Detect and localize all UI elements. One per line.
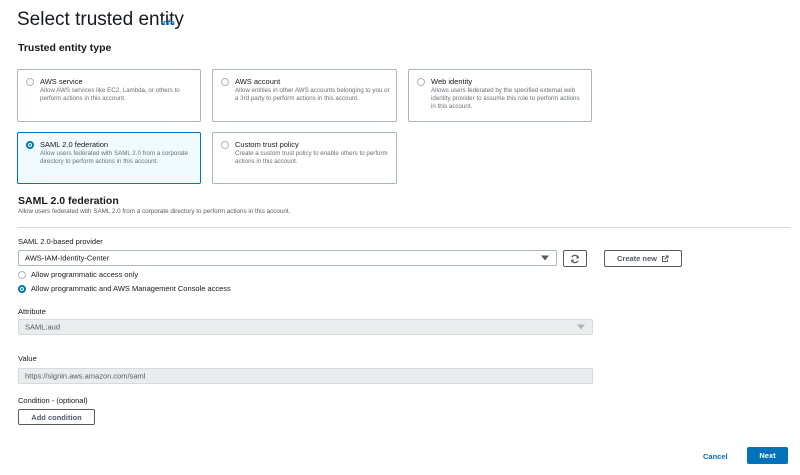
attribute-value: SAML:aud [25,322,61,332]
trusted-entity-type-heading: Trusted entity type [18,42,112,54]
card-saml-federation[interactable]: SAML 2.0 federation Allow users federate… [17,132,201,184]
radio-web-identity[interactable] [417,78,425,86]
radio-programmatic-and-console[interactable] [18,284,26,293]
access-option-console[interactable]: Allow programmatic and AWS Management Co… [18,283,231,294]
card-title: AWS account [235,77,281,86]
info-link[interactable]: Info [161,18,175,27]
chevron-down-icon [577,324,585,330]
access-option-label: Allow programmatic and AWS Management Co… [31,284,231,293]
card-title: AWS service [40,77,83,86]
external-link-icon [661,255,669,263]
provider-label: SAML 2.0-based provider [18,237,103,246]
card-title: SAML 2.0 federation [40,140,109,149]
access-option-label: Allow programmatic access only [31,270,139,279]
card-custom-trust-policy[interactable]: Custom trust policy Create a custom trus… [212,132,397,184]
card-aws-account[interactable]: AWS account Allow entities in other AWS … [212,69,397,122]
value-label: Value [18,354,37,363]
radio-programmatic-only[interactable] [18,270,26,279]
value-text: https://signin.aws.amazon.com/saml [25,371,146,381]
refresh-icon [570,254,580,264]
attribute-select: SAML:aud [18,319,593,335]
provider-select[interactable]: AWS-IAM-Identity-Center [18,250,557,266]
add-condition-button[interactable]: Add condition [18,409,95,425]
card-title: Web identity [431,77,473,86]
card-web-identity[interactable]: Web identity Allows users federated by t… [408,69,592,122]
card-description: Allow AWS services like EC2, Lambda, or … [40,87,180,102]
value-input: https://signin.aws.amazon.com/saml [18,368,593,384]
condition-label: Condition - (optional) [18,396,88,405]
radio-saml-federation[interactable] [26,141,34,149]
provider-value: AWS-IAM-Identity-Center [25,253,110,263]
card-description: Create a custom trust policy to enable o… [235,150,388,165]
radio-aws-account[interactable] [221,78,229,86]
cancel-button[interactable]: Cancel [703,452,728,461]
section-divider [18,227,790,228]
card-description: Allow users federated with SAML 2.0 from… [40,150,188,165]
card-aws-service[interactable]: AWS service Allow AWS services like EC2,… [17,69,201,122]
radio-aws-service[interactable] [26,78,34,86]
next-button[interactable]: Next [747,447,788,464]
attribute-label: Attribute [18,307,46,316]
access-option-programmatic[interactable]: Allow programmatic access only [18,269,138,280]
create-new-label: Create new [616,254,658,263]
radio-custom-trust-policy[interactable] [221,141,229,149]
card-description: Allows users federated by the specified … [431,87,580,110]
chevron-down-icon [541,255,549,261]
refresh-button[interactable] [563,250,587,267]
page-title: Select trusted entity [17,9,184,30]
saml-section-description: Allow users federated with SAML 2.0 from… [18,208,291,215]
saml-section-title: SAML 2.0 federation [18,195,119,207]
card-description: Allow entities in other AWS accounts bel… [235,87,390,102]
card-title: Custom trust policy [235,140,299,149]
create-new-button[interactable]: Create new [604,250,682,267]
